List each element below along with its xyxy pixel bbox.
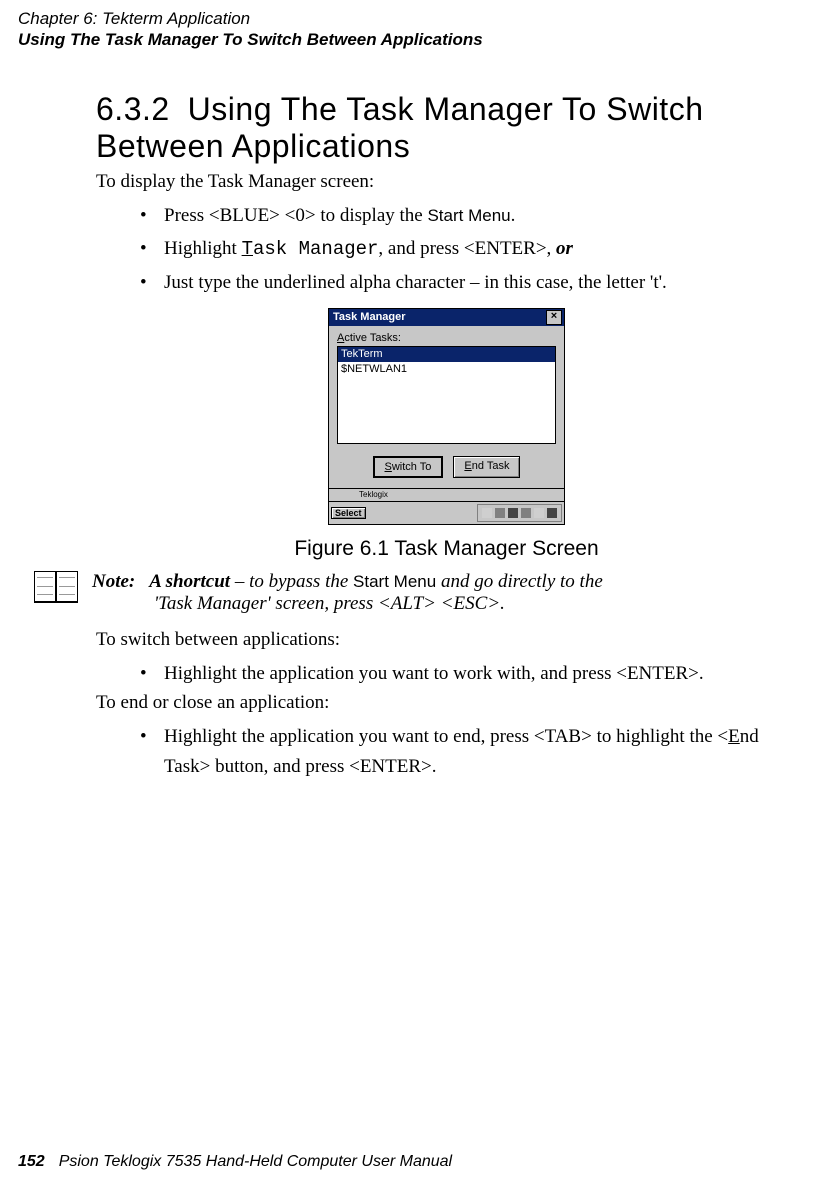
select-button[interactable]: Select — [331, 507, 366, 519]
running-header: Chapter 6: Tekterm Application Using The… — [18, 8, 797, 51]
figure: Task Manager × Active Tasks: TekTerm $NE… — [96, 308, 797, 525]
list-item: Just type the underlined alpha character… — [140, 268, 797, 297]
list-item: Press <BLUE> <0> to display the Start Me… — [140, 201, 797, 230]
list-item: Highlight the application you want to en… — [140, 722, 797, 781]
tray-icon — [521, 508, 531, 518]
bullet-list-1: Press <BLUE> <0> to display the Start Me… — [96, 201, 797, 298]
close-icon[interactable]: × — [546, 310, 562, 325]
text: . — [511, 205, 516, 226]
start-menu-term: Start Menu — [427, 206, 510, 225]
window-title: Task Manager — [333, 311, 546, 323]
mono-task-manager: Task Manager — [242, 238, 379, 260]
start-menu-term: Start Menu — [353, 572, 436, 591]
tray-icon — [508, 508, 518, 518]
taskbar: Select — [329, 501, 564, 524]
text: A shortcut — [149, 571, 230, 592]
figure-caption: Figure 6.1 Task Manager Screen — [96, 537, 797, 561]
page-number: 152 — [18, 1153, 45, 1170]
note-line2: 'Task Manager' screen, press <ALT> <ESC>… — [154, 593, 603, 615]
text: ask Manager — [253, 238, 378, 260]
underlined-char: T — [242, 238, 253, 260]
underlined-char: E — [728, 726, 740, 747]
text: Highlight — [164, 238, 242, 259]
tray-icon — [547, 508, 557, 518]
section-title: Using The Task Manager To Switch Between… — [96, 91, 703, 164]
note-label: Note: — [92, 571, 135, 592]
or-text: or — [556, 238, 573, 259]
text: and go directly to the — [436, 571, 603, 592]
text: Press <BLUE> <0> to display the — [164, 205, 427, 226]
brand-bar: Teklogix — [329, 488, 564, 501]
switch-intro: To switch between applications: — [96, 629, 797, 651]
end-intro: To end or close an application: — [96, 692, 797, 714]
book-icon — [34, 571, 78, 603]
list-item: Highlight Task Manager, and press <ENTER… — [140, 234, 797, 264]
bullet-list-3: Highlight the application you want to en… — [96, 722, 797, 781]
list-item[interactable]: TekTerm — [338, 347, 555, 362]
text: nd Task — [472, 460, 510, 472]
note-block: Note: A shortcut – to bypass the Start Me… — [34, 571, 797, 615]
list-item[interactable]: $NETWLAN1 — [338, 362, 555, 377]
bullet-list-2: Highlight the application you want to wo… — [96, 659, 797, 688]
text: , and press <ENTER>, — [378, 238, 556, 259]
text: Highlight the application you want to en… — [164, 726, 728, 747]
tray-icon — [495, 508, 505, 518]
text: ctive Tasks: — [344, 332, 401, 344]
active-tasks-label: Active Tasks: — [337, 332, 556, 344]
text: – to bypass the — [230, 571, 353, 592]
intro-text: To display the Task Manager screen: — [96, 171, 797, 193]
system-tray — [477, 504, 562, 522]
switch-to-button[interactable]: Switch To — [373, 456, 444, 478]
tray-icon — [534, 508, 544, 518]
manual-title: Psion Teklogix 7535 Hand-Held Computer U… — [59, 1153, 452, 1170]
end-task-button[interactable]: End Task — [453, 456, 520, 478]
section-heading: 6.3.2Using The Task Manager To Switch Be… — [96, 91, 797, 165]
task-manager-window: Task Manager × Active Tasks: TekTerm $NE… — [328, 308, 565, 525]
underlined-char: E — [464, 460, 471, 472]
text: witch To — [392, 461, 432, 473]
list-item: Highlight the application you want to wo… — [140, 659, 797, 688]
teklogix-label: Teklogix — [359, 490, 388, 499]
section-line: Using The Task Manager To Switch Between… — [18, 29, 797, 50]
titlebar: Task Manager × — [329, 309, 564, 326]
section-number: 6.3.2 — [96, 91, 170, 127]
page-footer: 152 Psion Teklogix 7535 Hand-Held Compute… — [18, 1153, 452, 1171]
chapter-line: Chapter 6: Tekterm Application — [18, 8, 797, 29]
underlined-char: S — [385, 461, 392, 473]
tray-icon — [482, 508, 492, 518]
active-tasks-listbox[interactable]: TekTerm $NETWLAN1 — [337, 346, 556, 444]
